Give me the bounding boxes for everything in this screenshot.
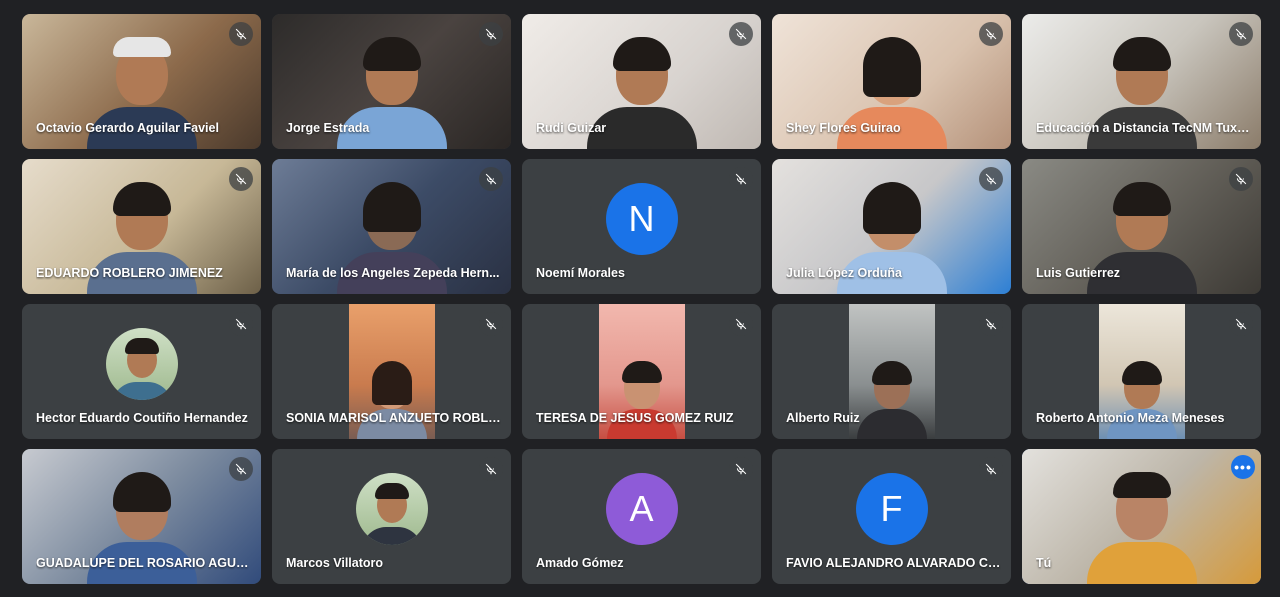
participant-name: Luis Gutierrez: [1036, 266, 1121, 280]
participant-tile[interactable]: F FAVIO ALEJANDRO ALVARADO CRUZ: [772, 449, 1011, 584]
mic-off-icon: [979, 167, 1003, 191]
participant-name: GUADALUPE DEL ROSARIO AGUIL...: [36, 556, 251, 570]
avatar: [355, 472, 428, 545]
participant-name: FAVIO ALEJANDRO ALVARADO CRUZ: [786, 556, 1001, 570]
more-options-icon[interactable]: •••: [1231, 455, 1255, 479]
participant-name: Shey Flores Guirao: [786, 121, 901, 135]
participant-tile[interactable]: A Amado Gómez: [522, 449, 761, 584]
avatar: A: [605, 472, 678, 545]
participant-grid: Octavio Gerardo Aguilar Faviel Jorge Est…: [22, 14, 1261, 584]
participant-tile[interactable]: Julia López Orduña: [772, 159, 1011, 294]
mic-off-icon: [979, 312, 1003, 336]
participant-tile[interactable]: Alberto Ruiz: [772, 304, 1011, 439]
mic-off-icon: [229, 457, 253, 481]
mic-off-icon: [729, 22, 753, 46]
mic-off-icon: [479, 22, 503, 46]
avatar: F: [855, 472, 928, 545]
mic-off-icon: [229, 22, 253, 46]
mic-off-icon: [479, 167, 503, 191]
participant-tile[interactable]: N Noemí Morales: [522, 159, 761, 294]
participant-tile[interactable]: EDUARDO ROBLERO JIMENEZ: [22, 159, 261, 294]
avatar: [105, 327, 178, 400]
mic-off-icon: [729, 457, 753, 481]
participant-tile[interactable]: Luis Gutierrez: [1022, 159, 1261, 294]
mic-off-icon: [729, 312, 753, 336]
participant-name: Amado Gómez: [536, 556, 624, 570]
mic-off-icon: [729, 167, 753, 191]
mic-off-icon: [979, 457, 1003, 481]
participant-name: SONIA MARISOL ANZUETO ROBLE...: [286, 411, 501, 425]
participant-tile[interactable]: Educación a Distancia TecNM Tuxtl...: [1022, 14, 1261, 149]
participant-name: Educación a Distancia TecNM Tuxtl...: [1036, 121, 1251, 135]
participant-tile[interactable]: Roberto Antonio Meza Meneses: [1022, 304, 1261, 439]
self-tile[interactable]: ••• Tú: [1022, 449, 1261, 584]
mic-off-icon: [1229, 167, 1253, 191]
mic-off-icon: [1229, 312, 1253, 336]
participant-figure: [356, 349, 427, 439]
participant-name: Tú: [1036, 556, 1052, 570]
participant-tile[interactable]: María de los Angeles Zepeda Hern...: [272, 159, 511, 294]
participant-tile[interactable]: Jorge Estrada: [272, 14, 511, 149]
participant-tile[interactable]: Hector Eduardo Coutiño Hernandez: [22, 304, 261, 439]
participant-name: Hector Eduardo Coutiño Hernandez: [36, 411, 248, 425]
participant-tile[interactable]: Marcos Villatoro: [272, 449, 511, 584]
participant-tile[interactable]: Shey Flores Guirao: [772, 14, 1011, 149]
participant-figure: [856, 349, 927, 439]
participant-tile[interactable]: Octavio Gerardo Aguilar Faviel: [22, 14, 261, 149]
participant-name: TERESA DE JESUS GOMEZ RUIZ: [536, 411, 734, 425]
participant-tile[interactable]: GUADALUPE DEL ROSARIO AGUIL...: [22, 449, 261, 584]
avatar: N: [605, 182, 678, 255]
mic-off-icon: [229, 167, 253, 191]
participant-figure: [606, 349, 677, 439]
mic-off-icon: [1229, 22, 1253, 46]
participant-name: Roberto Antonio Meza Meneses: [1036, 411, 1225, 425]
mic-off-icon: [479, 312, 503, 336]
participant-name: Octavio Gerardo Aguilar Faviel: [36, 121, 219, 135]
participant-name: Marcos Villatoro: [286, 556, 384, 570]
mic-off-icon: [979, 22, 1003, 46]
participant-name: Rudi Guizar: [536, 121, 607, 135]
participant-name: María de los Angeles Zepeda Hern...: [286, 266, 500, 280]
participant-name: Jorge Estrada: [286, 121, 370, 135]
participant-tile[interactable]: TERESA DE JESUS GOMEZ RUIZ: [522, 304, 761, 439]
participant-name: Noemí Morales: [536, 266, 625, 280]
participant-tile[interactable]: Rudi Guizar: [522, 14, 761, 149]
participant-name: Julia López Orduña: [786, 266, 902, 280]
mic-off-icon: [479, 457, 503, 481]
participant-name: Alberto Ruiz: [786, 411, 860, 425]
participant-tile[interactable]: SONIA MARISOL ANZUETO ROBLE...: [272, 304, 511, 439]
participant-name: EDUARDO ROBLERO JIMENEZ: [36, 266, 223, 280]
mic-off-icon: [229, 312, 253, 336]
participant-figure: [1106, 349, 1177, 439]
